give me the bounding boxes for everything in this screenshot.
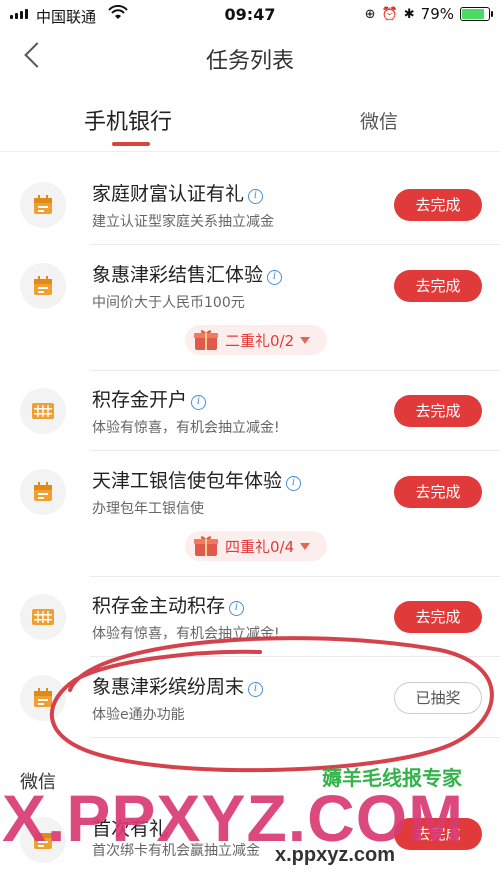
task-name: 象惠津彩缤纷周末	[92, 676, 245, 698]
page-title: 任务列表	[205, 49, 294, 74]
complete-button[interactable]: 去完成	[394, 395, 482, 427]
calendar-icon	[34, 688, 52, 707]
watermark-url: x.ppxyz.com	[275, 844, 396, 866]
gift-label: 四重礼0/4	[225, 537, 295, 556]
complete-button[interactable]: 去完成	[394, 601, 482, 633]
task-desc: 办理包年工银信使	[92, 501, 204, 517]
task-name: 家庭财富认证有礼	[92, 183, 245, 205]
info-icon[interactable]: i	[248, 189, 264, 204]
task-name: 积存金主动积存	[92, 595, 226, 617]
task-desc: 体验有惊喜，有机会抽立减金!	[92, 420, 280, 436]
abacus-icon	[32, 609, 54, 625]
battery-percent: 79%	[420, 5, 454, 23]
gift-label: 二重礼0/2	[225, 331, 295, 350]
task-item: 积存金开户 i 体验有惊喜，有机会抽立减金! 去完成	[0, 371, 500, 451]
task-name: 积存金开户	[92, 389, 188, 411]
tab-mobile-banking[interactable]: 手机银行	[84, 104, 172, 136]
tab-bar: 手机银行 微信	[0, 90, 500, 152]
tab-indicator	[112, 142, 150, 146]
gift-tier-badge[interactable]: 四重礼0/4	[185, 531, 327, 561]
info-icon[interactable]: i	[229, 601, 245, 616]
task-item: 象惠津彩结售汇体验 i 中间价大于人民币100元 去完成	[0, 246, 500, 326]
task-item: 家庭财富认证有礼 i 建立认证型家庭关系抽立减金 去完成	[0, 165, 500, 245]
gift-icon	[194, 536, 218, 556]
alarm-icon: ⏰	[381, 6, 398, 22]
task-desc: 体验有惊喜，有机会抽立减金!	[92, 626, 280, 642]
info-icon[interactable]: i	[191, 395, 207, 410]
task-item: 积存金主动积存 i 体验有惊喜，有机会抽立减金! 去完成	[0, 577, 500, 657]
calendar-icon	[34, 482, 52, 501]
chevron-down-icon	[300, 542, 311, 550]
info-icon[interactable]: i	[286, 476, 302, 491]
task-name: 天津工银信使包年体验	[92, 470, 283, 492]
task-desc: 建立认证型家庭关系抽立减金	[92, 214, 274, 230]
nav-bar: 任务列表	[0, 30, 500, 86]
task-desc: 体验e通办功能	[92, 707, 185, 723]
status-bar: 中国联通 09:47 ⊕ ⏰ ✱ 79%	[0, 0, 500, 30]
tab-wechat[interactable]: 微信	[360, 107, 398, 134]
gift-icon	[194, 330, 218, 350]
complete-button[interactable]: 去完成	[394, 189, 482, 221]
complete-button[interactable]: 去完成	[394, 476, 482, 508]
bluetooth-icon: ✱	[403, 6, 415, 22]
gift-tier-badge[interactable]: 二重礼0/2	[185, 325, 327, 355]
lock-rotation-icon: ⊕	[364, 6, 376, 22]
chevron-down-icon	[300, 336, 311, 344]
info-icon[interactable]: i	[248, 682, 264, 697]
task-name: 象惠津彩结售汇体验	[92, 264, 264, 286]
calendar-icon	[34, 195, 52, 214]
info-icon[interactable]: i	[267, 270, 283, 285]
drawn-button[interactable]: 已抽奖	[394, 682, 482, 714]
task-desc: 中间价大于人民币100元	[92, 295, 245, 311]
complete-button[interactable]: 去完成	[394, 270, 482, 302]
task-item: 天津工银信使包年体验 i 办理包年工银信使 去完成	[0, 452, 500, 532]
calendar-icon	[34, 276, 52, 295]
abacus-icon	[32, 403, 54, 419]
battery-icon	[460, 7, 493, 21]
task-item: 象惠津彩缤纷周末 i 体验e通办功能 已抽奖	[0, 658, 500, 738]
